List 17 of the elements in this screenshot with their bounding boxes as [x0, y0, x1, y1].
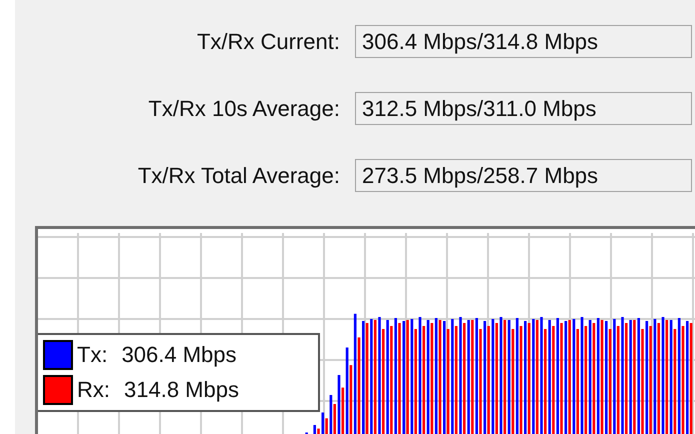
value-field: 306.4 Mbps/314.8 Mbps	[355, 25, 692, 58]
stat-label: Tx/Rx 10s Average:	[148, 96, 340, 122]
legend-label: Rx:	[77, 377, 110, 403]
legend-value: 314.8 Mbps	[124, 377, 239, 403]
rx-bar	[342, 388, 344, 434]
value-field: 273.5 Mbps/258.7 Mbps	[355, 159, 692, 192]
tx-bar	[330, 395, 332, 434]
legend-value: 306.4 Mbps	[122, 342, 237, 368]
legend-label: Tx:	[77, 342, 108, 368]
rx-bar	[350, 365, 352, 434]
value-field: 312.5 Mbps/311.0 Mbps	[355, 92, 692, 125]
tx-bar	[322, 412, 324, 434]
stat-label: Tx/Rx Current:	[196, 28, 340, 54]
stat-label: Tx/Rx Total Average:	[138, 162, 340, 188]
rx-bar	[333, 404, 336, 434]
tx-bar	[338, 375, 340, 434]
tx-bar	[313, 425, 316, 434]
